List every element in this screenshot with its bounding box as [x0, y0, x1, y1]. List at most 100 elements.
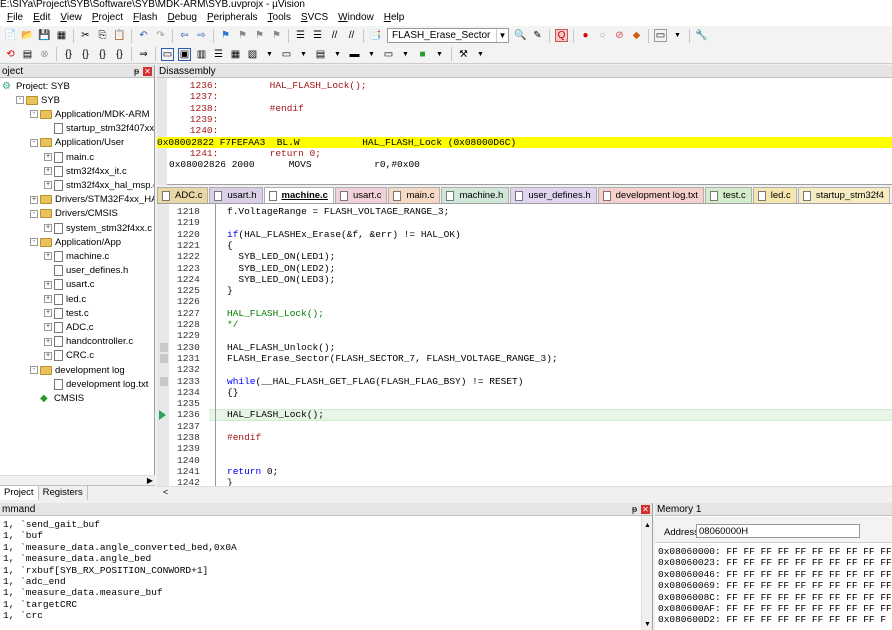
tree-item[interactable]: + main.c — [44, 150, 94, 164]
pin-icon[interactable]: ᵽ — [632, 504, 637, 514]
nav-forward-icon[interactable]: ⇨ — [195, 29, 208, 42]
tree-item[interactable]: ◆ CMSIS — [30, 391, 84, 405]
tree-item[interactable]: + stm32f4xx_hal_msp.c — [44, 178, 154, 192]
tab-usart-c[interactable]: usart.c — [334, 187, 388, 203]
chevron-down-icon[interactable]: ▼ — [671, 29, 684, 42]
tab-usart-h[interactable]: usart.h — [209, 187, 263, 203]
tree-item[interactable]: + led.c — [44, 292, 86, 306]
tree-item[interactable]: - Drivers/CMSIS — [30, 207, 118, 221]
tree-item[interactable]: - SYB — [16, 93, 60, 107]
editor-horizontal-scrollbar[interactable]: < — [157, 486, 892, 498]
menu-svcs[interactable]: SVCS — [296, 11, 333, 25]
tab-project[interactable]: Project — [0, 486, 39, 500]
chevron-down-icon[interactable]: ▼ — [474, 48, 487, 61]
tree-item[interactable]: + Drivers/STM32F4xx_HAL_Driv — [30, 193, 154, 207]
step-into-icon[interactable]: {} — [62, 48, 75, 61]
find-icon[interactable]: 🔍 — [514, 29, 527, 42]
chevron-down-icon[interactable]: ▼ — [433, 48, 446, 61]
undo-icon[interactable]: ↶ — [137, 29, 150, 42]
address-input[interactable] — [696, 524, 860, 538]
code-editor[interactable]: 1218 f.VoltageRange = FLASH_VOLTAGE_RANGE… — [157, 204, 892, 486]
tab-test-c[interactable]: test.c — [705, 187, 752, 203]
analysis-window-icon[interactable]: ▬ — [348, 48, 361, 61]
reset-icon[interactable]: ⟲ — [4, 48, 17, 61]
run-icon[interactable]: ▤ — [21, 48, 34, 61]
horizontal-scrollbar[interactable]: ▶ — [0, 475, 155, 485]
cut-icon[interactable]: ✂ — [79, 29, 92, 42]
expand-icon[interactable]: + — [44, 295, 52, 303]
tree-item[interactable]: - Application/User — [30, 136, 124, 150]
tree-item[interactable]: - Application/MDK-ARM — [30, 107, 150, 121]
expand-icon[interactable]: + — [44, 309, 52, 318]
symbols-window-icon[interactable]: ▥ — [195, 48, 208, 61]
copy-icon[interactable]: ⎘ — [96, 29, 109, 42]
expand-icon[interactable]: + — [44, 153, 52, 161]
show-next-statement-icon[interactable]: ⇒ — [137, 48, 150, 61]
menu-debug[interactable]: Debug — [162, 11, 201, 25]
stop-icon[interactable]: ⊗ — [38, 48, 51, 61]
debug-settings-icon[interactable]: ⚒ — [457, 48, 470, 61]
configure-icon[interactable]: ✎ — [531, 29, 544, 42]
call-stack-icon[interactable]: ▦ — [229, 48, 242, 61]
tab-startup-stm32f4[interactable]: startup_stm32f4 — [797, 187, 890, 203]
nav-back-icon[interactable]: ⇦ — [178, 29, 191, 42]
window-layout-icon[interactable]: ▭ — [654, 29, 667, 42]
chevron-down-icon[interactable]: ▼ — [331, 48, 344, 61]
expand-icon[interactable]: + — [44, 323, 52, 332]
menu-file[interactable]: File — [2, 11, 28, 25]
scroll-down-icon[interactable]: ▼ — [644, 621, 651, 628]
breakpoint-icon[interactable]: ● — [579, 29, 592, 42]
tab-development-log-txt[interactable]: development log.txt — [597, 187, 705, 203]
expand-icon[interactable]: + — [44, 167, 52, 176]
expand-icon[interactable]: + — [44, 337, 52, 346]
close-icon[interactable]: ✕ — [641, 504, 650, 514]
expand-icon[interactable]: + — [44, 224, 52, 232]
expand-icon[interactable]: + — [30, 195, 38, 204]
tree-item[interactable]: + handcontroller.c — [44, 335, 133, 349]
collapse-icon[interactable]: - — [30, 238, 38, 247]
watch-window-icon[interactable]: ▧ — [246, 48, 259, 61]
expand-icon[interactable]: + — [44, 252, 52, 261]
uncomment-icon[interactable]: // — [345, 29, 358, 42]
menu-edit[interactable]: Edit — [28, 11, 55, 25]
menu-peripherals[interactable]: Peripherals — [202, 11, 263, 25]
system-viewer-icon[interactable]: ▭ — [382, 48, 395, 61]
expand-icon[interactable]: + — [44, 280, 52, 289]
tree-item[interactable]: - development log — [30, 363, 125, 377]
tab-registers[interactable]: Registers — [39, 486, 88, 500]
expand-icon[interactable]: + — [44, 181, 52, 190]
tree-item[interactable]: + ADC.c — [44, 320, 93, 334]
bookmark-icon[interactable]: ⚑ — [219, 29, 232, 42]
memory-window-icon[interactable]: ▭ — [280, 48, 293, 61]
tree-item[interactable]: + usart.c — [44, 278, 95, 292]
tab-machine-h[interactable]: machine.h — [441, 187, 510, 203]
executable-line-marker[interactable] — [160, 342, 168, 352]
save-icon[interactable]: 💾 — [38, 29, 51, 42]
collapse-icon[interactable]: - — [30, 138, 38, 147]
save-all-icon[interactable]: ▦ — [55, 29, 68, 42]
step-out-icon[interactable]: {} — [96, 48, 109, 61]
executable-line-marker[interactable] — [160, 353, 168, 363]
menu-view[interactable]: View — [55, 11, 87, 25]
chevron-down-icon[interactable]: ▼ — [263, 48, 276, 61]
close-icon[interactable]: ✕ — [143, 66, 152, 76]
menu-project[interactable]: Project — [87, 11, 128, 25]
debug-session-icon[interactable]: Q — [555, 29, 568, 42]
menu-help[interactable]: Help — [379, 11, 410, 25]
step-over-icon[interactable]: {} — [79, 48, 92, 61]
tab-main-c[interactable]: main.c — [388, 187, 441, 203]
tree-item[interactable]: + test.c — [44, 306, 89, 320]
breakpoint-disabled-icon[interactable]: ○ — [596, 29, 609, 42]
paste-icon[interactable]: 📋 — [113, 29, 126, 42]
new-file-icon[interactable]: 📄 — [4, 29, 17, 42]
pin-icon[interactable]: ᵽ — [134, 66, 139, 76]
chevron-down-icon[interactable]: ▼ — [496, 29, 508, 42]
expand-icon[interactable]: + — [44, 351, 52, 360]
tree-item[interactable]: ⚙ Project: SYB — [2, 79, 70, 93]
bookmark-next-icon[interactable]: ⚑ — [253, 29, 266, 42]
comment-icon[interactable]: // — [328, 29, 341, 42]
menu-tools[interactable]: Tools — [263, 11, 296, 25]
breakpoint-kill-all-icon[interactable]: ◆ — [630, 29, 643, 42]
collapse-icon[interactable]: - — [30, 209, 38, 218]
scroll-left-icon[interactable]: < — [163, 487, 168, 497]
